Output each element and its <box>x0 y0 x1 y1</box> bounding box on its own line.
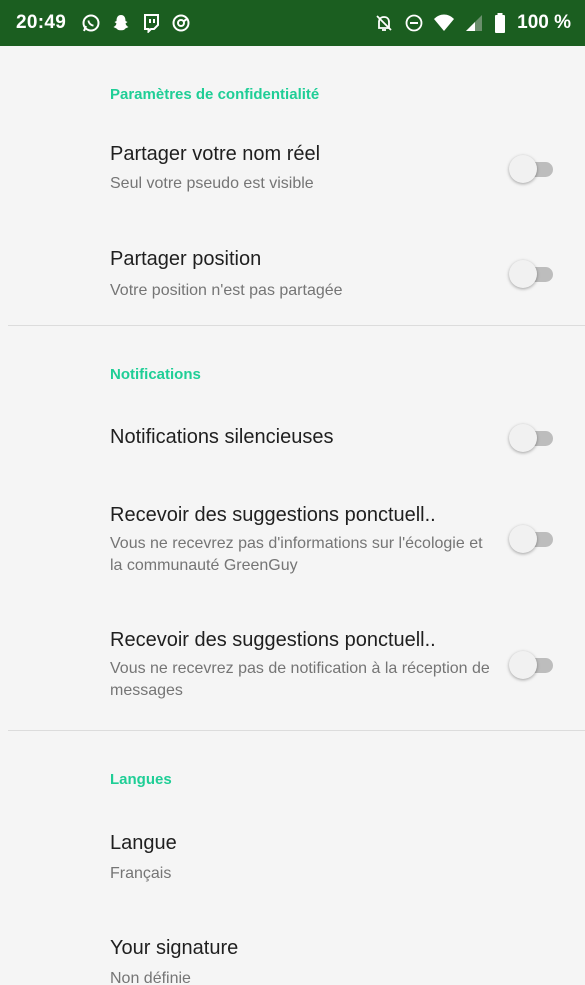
setting-title: Langue <box>110 832 177 854</box>
do-not-disturb-icon <box>403 12 425 34</box>
setting-title: Your signature <box>110 937 239 959</box>
share-position-toggle[interactable] <box>509 260 555 288</box>
battery-icon <box>493 12 507 34</box>
section-header-notifications: Notifications <box>110 366 201 383</box>
signal-icon <box>463 12 485 34</box>
setting-share-position[interactable]: Partager position Votre position n'est p… <box>0 246 585 321</box>
setting-share-real-name[interactable]: Partager votre nom réel Seul votre pseud… <box>0 141 585 216</box>
section-divider <box>8 730 585 731</box>
status-right: 100 % <box>369 12 571 34</box>
share-real-name-toggle[interactable] <box>509 155 555 183</box>
suggestions-ecology-toggle[interactable] <box>509 525 555 553</box>
setting-title: Partager position <box>110 248 262 270</box>
toggle-thumb <box>509 651 537 679</box>
status-bar: 20:49 100 % <box>0 0 585 46</box>
toggle-thumb <box>509 155 537 183</box>
setting-subtitle: Non définie <box>110 970 191 985</box>
setting-subtitle: Français <box>110 865 172 882</box>
status-time: 20:49 <box>16 12 67 33</box>
app-circle-icon <box>170 12 192 34</box>
section-header-languages: Langues <box>110 771 172 788</box>
toggle-thumb <box>509 525 537 553</box>
toggle-thumb <box>509 260 537 288</box>
setting-suggestions-ecology[interactable]: Recevoir des suggestions ponctuell.. Vou… <box>0 502 585 587</box>
setting-language[interactable]: Langue Français <box>0 830 585 890</box>
status-left: 20:49 <box>16 12 196 34</box>
setting-title: Recevoir des suggestions ponctuell.. <box>110 504 436 526</box>
setting-silent-notifications[interactable]: Notifications silencieuses <box>0 424 585 454</box>
snapchat-icon <box>110 12 132 34</box>
twitch-icon <box>140 12 162 34</box>
setting-subtitle: Votre position n'est pas partagée <box>110 282 343 299</box>
silent-notifications-toggle[interactable] <box>509 424 555 452</box>
suggestions-messages-toggle[interactable] <box>509 651 555 679</box>
section-divider <box>8 325 585 326</box>
battery-percent: 100 % <box>517 12 571 33</box>
setting-subtitle: Seul votre pseudo est visible <box>110 175 314 192</box>
toggle-thumb <box>509 424 537 452</box>
alarm-off-icon <box>373 12 395 34</box>
setting-signature[interactable]: Your signature Non définie <box>0 935 585 985</box>
setting-title: Notifications silencieuses <box>110 426 334 448</box>
setting-subtitle: Vous ne recevrez pas d'informations sur … <box>110 535 483 574</box>
setting-subtitle: Vous ne recevrez pas de notification à l… <box>110 660 490 699</box>
setting-suggestions-messages[interactable]: Recevoir des suggestions ponctuell.. Vou… <box>0 627 585 712</box>
whatsapp-icon <box>80 12 102 34</box>
section-header-privacy: Paramètres de confidentialité <box>110 86 320 103</box>
setting-title: Recevoir des suggestions ponctuell.. <box>110 629 436 651</box>
wifi-icon <box>433 12 455 34</box>
setting-title: Partager votre nom réel <box>110 143 321 165</box>
